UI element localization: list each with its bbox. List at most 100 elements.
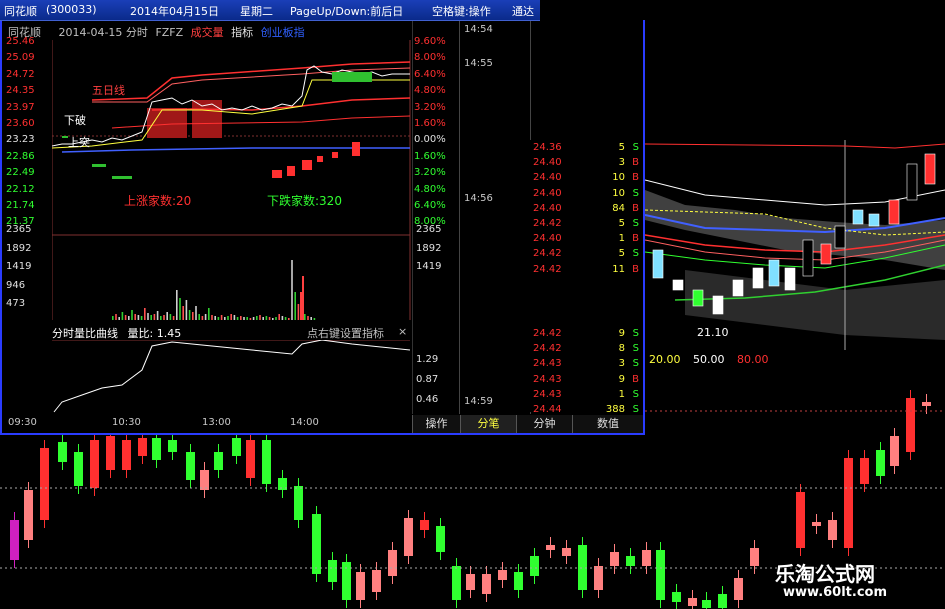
kline-inset-panel: 21.10 [643,140,945,350]
axis-label: 22.86 [6,150,35,162]
chart-header: 同花顺 2014-04-15 分时 FZFZ 成交量 指标 创业板指 [8,24,305,40]
volume-bar [192,312,194,320]
volume-bar [246,317,248,320]
volume-bar [259,315,261,320]
volume-bar [124,315,127,320]
app-name: 同花顺 [4,5,37,18]
quote-row: 24.40 84 B [533,203,639,214]
inset-candle [924,153,936,185]
volume-bar [176,290,178,320]
volume-bar [144,308,146,320]
ratio-close-button[interactable]: × [398,325,407,338]
quote-volume: 1 [618,233,625,245]
quote-side: B [632,373,639,385]
axis-label: 22.49 [6,167,35,179]
quote-volume: 3 [618,358,625,370]
quote-price: 24.40 [533,172,562,184]
ratio-title: 分时量比曲线 [52,327,118,340]
ratio-value: 量比: 1.45 [127,327,182,340]
volume-bar [198,314,200,320]
quote-side: S [632,142,639,153]
quote-side: S [632,404,639,415]
quote-row: 24.42 5 S [533,248,639,259]
title-date: 2014年04月15日 [130,5,219,18]
quote-row: 24.44 388 S [533,404,639,415]
volume-bar [224,317,226,320]
quote-side: S [632,343,639,355]
volume-bar [275,317,277,320]
axis-label: 23.97 [6,101,35,113]
volume-bar [265,316,268,320]
volume-bar [278,314,280,320]
tick-time: 14:54 [464,24,493,35]
volume-bar [214,316,216,320]
volume-bar [160,316,162,320]
quote-side: S [632,388,639,400]
formula-name: FZFZ [155,26,184,39]
axis-label: 24.72 [6,68,35,80]
inset-candle [888,199,900,225]
volume-bar [297,304,300,320]
ratio-hint[interactable]: 点右键设置指标 [307,325,384,341]
quote-price: 24.43 [533,388,562,400]
volume-bar [166,312,168,320]
volume-bar [288,318,290,320]
tab-minute[interactable]: 分钟 [516,415,572,433]
quote-volume: 5 [618,142,625,153]
kline-ma-bar: 20.00 50.00 80.00 [645,353,945,369]
title-hint-tdx: 通达 [512,5,534,18]
axis-label: 22.12 [6,183,35,195]
title-hint-space: 空格键:操作 [432,5,491,18]
volume-bar [128,316,130,320]
tab-values[interactable]: 数值 [572,415,643,433]
inset-candle [672,279,684,291]
volume-bar [262,317,264,320]
tab-operate[interactable]: 操作 [412,415,460,433]
volume-bar [172,316,175,320]
volume-bar [153,314,156,320]
volume-link[interactable]: 成交量 [191,26,224,39]
axis-label: 473 [6,298,26,309]
volume-bar [220,315,223,320]
time-label: 09:30 [8,417,37,428]
inset-candle [768,259,780,287]
volume-bar [272,318,274,320]
inset-candle [802,239,814,277]
volume-bar [115,314,117,320]
axis-gutter [412,20,460,414]
time-label: 14:00 [290,417,319,428]
quote-volume: 10 [612,187,625,199]
quote-side: B [632,202,639,214]
quote-row: 24.42 9 S [533,328,639,339]
inset-candle [834,225,846,249]
tick-time: 14:56 [464,193,493,204]
volume-bar [294,292,296,320]
quote-row: 24.42 11 B [533,264,639,275]
quote-side: B [632,172,639,184]
quote-row: 24.40 3 B [533,157,639,168]
volume-bar [112,316,114,320]
axis-label: 2365 [6,224,32,235]
quote-volume: 5 [618,218,625,229]
tab-ticks[interactable]: 分笔 [460,415,516,433]
volume-bar [307,316,309,320]
volume-bar [147,313,149,320]
quote-price: 24.42 [533,263,562,275]
kline-low-label: 21.10 [697,326,729,339]
down-count: 下跌家数:320 [267,194,342,208]
volume-bar [284,317,287,320]
axis-label: 25.09 [6,52,35,64]
inset-candle [906,163,918,201]
ma-label-1: 20.00 [649,353,681,366]
time-label: 13:00 [202,417,231,428]
index-link[interactable]: 创业板指 [261,26,305,39]
quote-volume: 8 [618,343,625,355]
quote-row: 24.36 5 S [533,142,639,153]
volume-bar [179,298,181,320]
quote-price: 24.40 [533,202,562,214]
quote-list: 24.36 5 S 24.40 3 B 24.40 10 B 24.40 10 S 24.40 84 B 24… [527,140,643,415]
quote-side: S [632,248,639,260]
quote-side: B [632,263,639,275]
ratio-panel-header: 分时量比曲线 量比: 1.45 点右键设置指标 × [52,325,410,341]
indicator-link[interactable]: 指标 [231,26,253,39]
